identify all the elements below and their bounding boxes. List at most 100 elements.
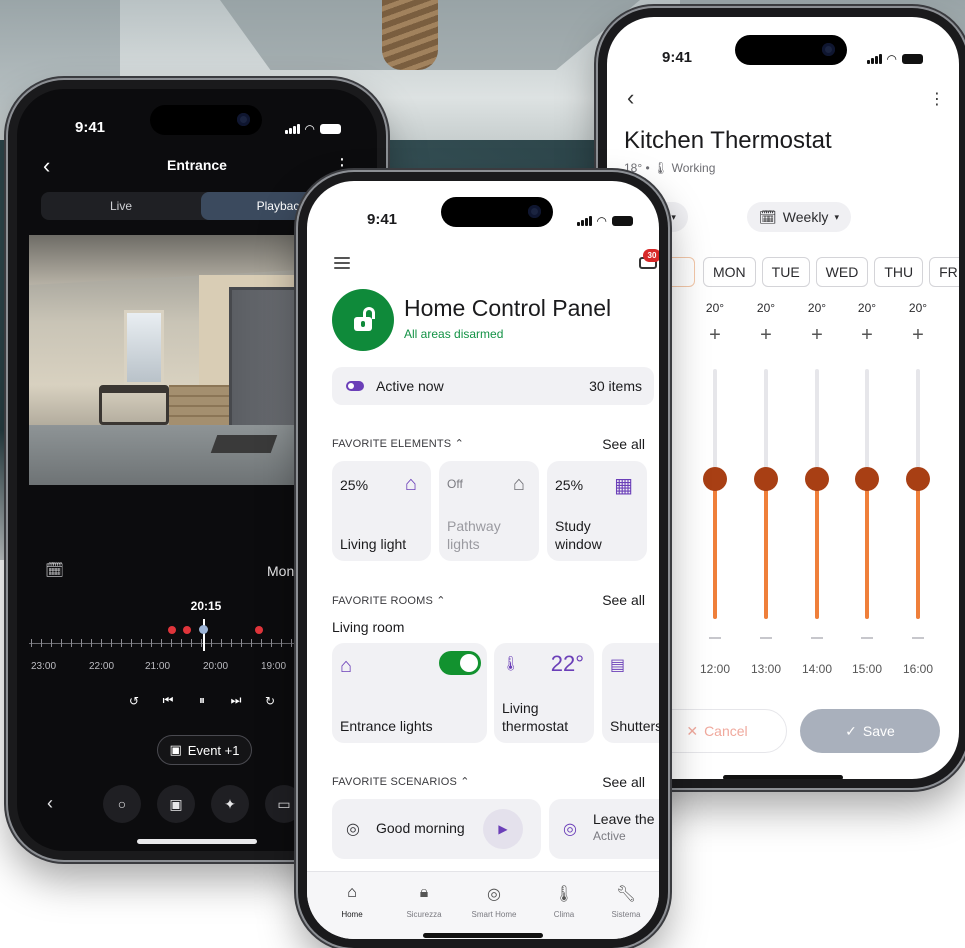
- page-title: Home Control Panel: [404, 295, 612, 321]
- room-card-living-thermostat[interactable]: 🌡 22° Living thermostat: [494, 643, 594, 743]
- entrance-lights-toggle[interactable]: [439, 651, 481, 675]
- tab-live[interactable]: Live: [41, 192, 201, 220]
- see-all-scenarios-link[interactable]: See all: [602, 774, 645, 790]
- element-card-study-window[interactable]: 25% ▦ Study window: [547, 461, 647, 561]
- day-wed[interactable]: WED: [815, 257, 869, 287]
- more-icon[interactable]: ⋮: [929, 89, 945, 109]
- hour-label: 14:00: [801, 662, 833, 676]
- increase-button[interactable]: +: [847, 325, 887, 345]
- schedule-dropdown[interactable]: 🗓 Weekly ▾: [747, 202, 851, 232]
- room-card-shutters[interactable]: ▤ Shutters: [602, 643, 659, 743]
- event-marker[interactable]: [255, 626, 263, 634]
- ptz-control-button[interactable]: ✦: [211, 785, 249, 823]
- decrease-button[interactable]: [861, 637, 873, 639]
- event-button[interactable]: ▣ Event +1: [157, 735, 252, 765]
- timeline-tick: [51, 639, 52, 647]
- see-all-elements-link[interactable]: See all: [602, 436, 645, 452]
- calendar-icon[interactable]: 🗓: [45, 561, 64, 579]
- play-button[interactable]: ▶: [483, 809, 523, 849]
- scenario-card-good-morning[interactable]: ◎ Good morning ▶: [332, 799, 541, 859]
- forward-10-icon[interactable]: ↻: [261, 694, 279, 708]
- scenario-icon: ◎: [346, 821, 360, 838]
- day-mon[interactable]: MON: [703, 257, 756, 287]
- favorite-elements-heading[interactable]: FAVORITE ELEMENTS ⌃: [332, 437, 464, 450]
- background-palm-trunk: [382, 0, 438, 70]
- timeline-track[interactable]: [29, 643, 319, 644]
- element-name: Living light: [340, 536, 407, 552]
- setpoint-slider-handle[interactable]: [703, 467, 727, 491]
- timeline-tick: [281, 639, 282, 647]
- cancel-button[interactable]: ✕ Cancel: [647, 709, 787, 753]
- timeline-handle[interactable]: [199, 625, 208, 634]
- tab-system[interactable]: 🔧︎ Sistema: [591, 884, 659, 919]
- save-button[interactable]: ✓ Save: [800, 709, 940, 753]
- timeline-tick: [81, 639, 82, 647]
- timeline-cursor[interactable]: [203, 619, 205, 651]
- timeline-label: 21:00: [145, 661, 171, 672]
- day-thu[interactable]: THU: [874, 257, 924, 287]
- timeline-tick: [61, 639, 62, 647]
- increase-button[interactable]: +: [797, 325, 837, 345]
- event-marker[interactable]: [183, 626, 191, 634]
- element-card-living-light[interactable]: 25% ⌂ Living light: [332, 461, 431, 561]
- record-button[interactable]: ○: [103, 785, 141, 823]
- timeline-tick: [111, 639, 112, 647]
- replay-10-icon[interactable]: ↺: [125, 694, 143, 708]
- status-icons: ◠: [577, 214, 633, 228]
- wifi-icon: ◠: [886, 52, 897, 66]
- tab-home[interactable]: ⌂ Home: [317, 884, 387, 919]
- unlock-icon[interactable]: [332, 289, 394, 351]
- setpoint-value: 20°: [807, 301, 827, 315]
- scenario-icon: ◎: [563, 821, 577, 838]
- signal-icon: [285, 124, 300, 134]
- room-card-entrance-lights[interactable]: ⌂ Entrance lights: [332, 643, 487, 743]
- element-value: 25%: [340, 477, 369, 493]
- timeline-tick: [231, 639, 232, 647]
- decrease-button[interactable]: [760, 637, 772, 639]
- decrease-button[interactable]: [709, 637, 721, 639]
- active-now-row[interactable]: Active now 30 items: [332, 367, 654, 405]
- tab-security[interactable]: 🔒︎ Sicurezza: [389, 884, 459, 919]
- increase-button[interactable]: +: [746, 325, 786, 345]
- ceiling-lamp-icon: ⌂: [404, 473, 417, 495]
- marketing-stage: 9:41 ◠ ‹ Entrance ⋮ Live Playback 🗓 Mond…: [0, 0, 965, 948]
- day-fri[interactable]: FR: [929, 257, 959, 287]
- next-icon[interactable]: ⏭: [227, 693, 245, 708]
- scenario-name: Leave the h: [593, 811, 659, 827]
- see-all-rooms-link[interactable]: See all: [602, 592, 645, 608]
- tab-smart-home[interactable]: ◎ Smart Home: [459, 884, 529, 919]
- favorite-scenarios-label: FAVORITE SCENARIOS: [332, 776, 458, 788]
- favorite-elements-label: FAVORITE ELEMENTS: [332, 438, 452, 450]
- decrease-button[interactable]: [912, 637, 924, 639]
- pause-icon[interactable]: ⏸: [193, 693, 211, 708]
- chevron-down-icon: ▾: [671, 211, 676, 222]
- snapshot-button[interactable]: ▣: [157, 785, 195, 823]
- setpoint-slider-handle[interactable]: [855, 467, 879, 491]
- day-tue[interactable]: TUE: [761, 257, 810, 287]
- tab-climate[interactable]: 🌡︎ Clima: [529, 884, 599, 919]
- chevron-down-icon: ▾: [834, 211, 839, 222]
- increase-button[interactable]: +: [898, 325, 938, 345]
- favorite-rooms-heading[interactable]: FAVORITE ROOMS ⌃: [332, 594, 446, 607]
- previous-icon[interactable]: ⏮: [159, 693, 177, 708]
- favorite-scenarios-heading[interactable]: FAVORITE SCENARIOS ⌃: [332, 775, 470, 788]
- scenario-card-leave-home[interactable]: ◎ Leave the h Active: [549, 799, 659, 859]
- element-card-pathway-lights[interactable]: Off ⌂ Pathway lights: [439, 461, 539, 561]
- dynamic-island: [150, 105, 262, 135]
- menu-icon[interactable]: [334, 257, 350, 272]
- home-indicator: [137, 839, 257, 844]
- day-setpoint-column: 20° +: [746, 301, 786, 681]
- schedule-label: Weekly: [782, 209, 829, 225]
- setpoint-slider-handle[interactable]: [906, 467, 930, 491]
- back-icon[interactable]: ‹: [627, 85, 634, 111]
- back-icon[interactable]: ‹: [47, 793, 53, 814]
- setpoint-slider-handle[interactable]: [805, 467, 829, 491]
- increase-button[interactable]: +: [695, 325, 735, 345]
- decrease-button[interactable]: [811, 637, 823, 639]
- hour-label: 16:00: [902, 662, 934, 676]
- active-now-label: Active now: [376, 378, 444, 394]
- inbox-icon[interactable]: 30: [637, 249, 659, 271]
- event-marker[interactable]: [168, 626, 176, 634]
- setpoint-slider-handle[interactable]: [754, 467, 778, 491]
- timeline-tick: [131, 639, 132, 647]
